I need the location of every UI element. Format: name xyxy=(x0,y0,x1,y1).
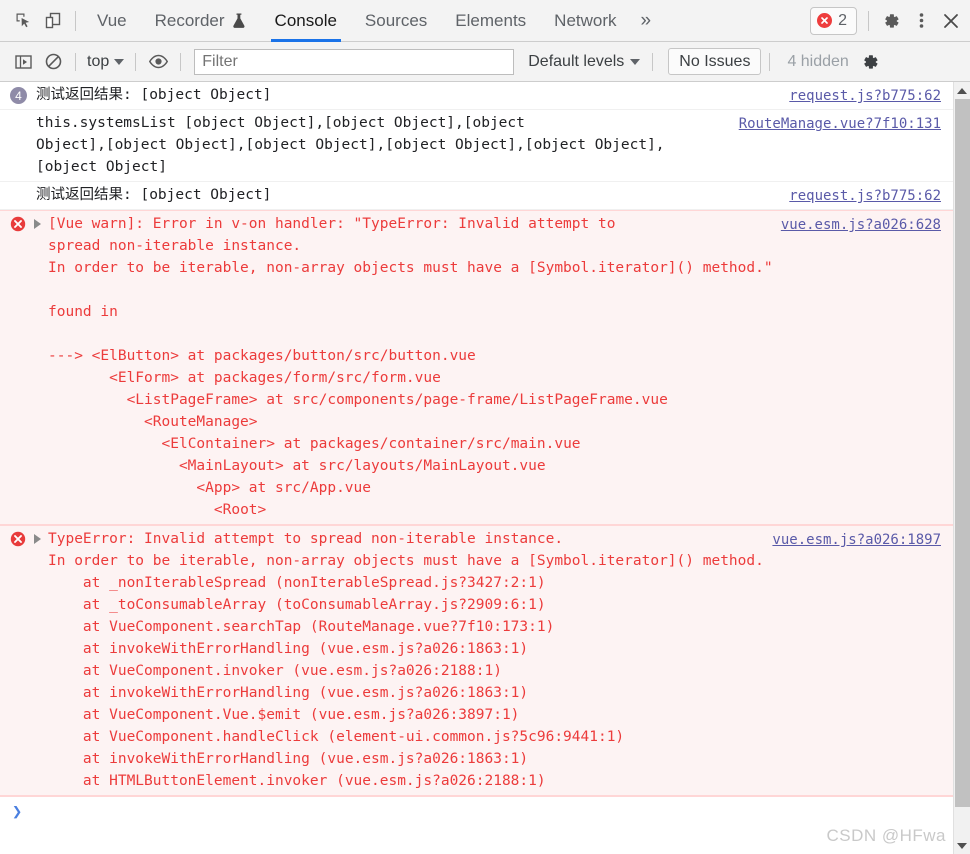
device-toolbar-icon[interactable] xyxy=(38,6,68,36)
tab-vue-label: Vue xyxy=(97,10,127,30)
console-filter-toolbar: top Default levels No Issues 4 hidden xyxy=(0,42,970,82)
tab-recorder[interactable]: Recorder xyxy=(141,0,261,42)
console-message-log[interactable]: 测试返回结果: [object Object] request.js?b775:… xyxy=(0,182,953,210)
filterbar-divider-5 xyxy=(769,52,771,71)
error-circle-icon xyxy=(10,216,26,232)
log-levels-label: Default levels xyxy=(528,52,625,70)
scrollbar-thumb[interactable] xyxy=(954,99,970,808)
console-message-source-link[interactable]: request.js?b775:62 xyxy=(789,85,941,107)
kebab-menu-icon[interactable] xyxy=(906,6,936,36)
tab-network[interactable]: Network xyxy=(540,0,630,42)
filterbar-divider-2 xyxy=(135,52,137,71)
live-expression-icon[interactable] xyxy=(143,48,173,76)
issues-label: No Issues xyxy=(679,52,751,70)
console-message-source-link[interactable]: vue.esm.js?a026:628 xyxy=(781,214,941,236)
console-message-log[interactable]: 4 测试返回结果: [object Object] request.js?b77… xyxy=(0,82,953,110)
log-levels-selector[interactable]: Default levels xyxy=(524,53,644,71)
tab-sources-label: Sources xyxy=(364,10,428,30)
console-message-log[interactable]: this.systemsList [object Object],[object… xyxy=(0,110,953,182)
chevron-down-icon xyxy=(630,58,641,65)
gear-icon[interactable] xyxy=(876,6,906,36)
console-prompt[interactable]: ❯ xyxy=(0,796,953,826)
scroll-up-arrow-icon[interactable] xyxy=(953,82,970,99)
scrollbar-track[interactable] xyxy=(953,99,970,837)
tab-network-label: Network xyxy=(554,10,617,30)
error-circle-icon xyxy=(817,13,833,28)
execution-context-label: top xyxy=(87,52,110,70)
clear-console-icon[interactable] xyxy=(38,48,68,76)
tabbar-divider-right xyxy=(868,10,869,31)
tab-elements[interactable]: Elements xyxy=(441,0,540,42)
tab-console[interactable]: Console xyxy=(261,0,351,42)
error-count-label: 2 xyxy=(838,11,847,29)
hidden-messages-label: 4 hidden xyxy=(787,52,849,70)
filterbar-divider-4 xyxy=(652,52,654,71)
message-repeat-count-badge: 4 xyxy=(10,87,27,104)
console-body-wrapper: 4 测试返回结果: [object Object] request.js?b77… xyxy=(0,82,970,854)
filterbar-divider-3 xyxy=(180,52,182,71)
tab-console-label: Console xyxy=(274,10,337,30)
devtools-tabbar: Vue Recorder Console Sources Elements Ne… xyxy=(0,0,970,42)
console-message-list: 4 测试返回结果: [object Object] request.js?b77… xyxy=(0,82,953,854)
filter-input[interactable] xyxy=(194,48,515,75)
toolbar-divider xyxy=(75,10,76,31)
close-icon[interactable] xyxy=(936,6,966,36)
scroll-down-arrow-icon[interactable] xyxy=(953,837,970,854)
console-message-error[interactable]: [Vue warn]: Error in v-on handler: "Type… xyxy=(0,210,953,525)
console-message-text: TypeError: Invalid attempt to spread non… xyxy=(48,531,764,789)
console-message-text: [Vue warn]: Error in v-on handler: "Type… xyxy=(48,216,773,518)
error-circle-icon xyxy=(10,531,26,547)
console-message-error[interactable]: TypeError: Invalid attempt to spread non… xyxy=(0,525,953,796)
gear-icon[interactable] xyxy=(855,48,885,76)
prompt-chevron-icon: ❯ xyxy=(12,801,23,822)
chevron-double-right-icon: » xyxy=(640,9,652,31)
devtools-window: Vue Recorder Console Sources Elements Ne… xyxy=(0,0,970,854)
tab-vue[interactable]: Vue xyxy=(83,0,141,42)
console-message-source-link[interactable]: RouteManage.vue?7f10:131 xyxy=(739,113,941,135)
console-message-source-link[interactable]: vue.esm.js?a026:1897 xyxy=(772,529,941,551)
tab-elements-label: Elements xyxy=(455,10,527,30)
inspect-cursor-icon[interactable] xyxy=(8,6,38,36)
more-tabs-button[interactable]: » xyxy=(631,0,662,42)
filterbar-divider-1 xyxy=(75,52,76,71)
error-count-badge[interactable]: 2 xyxy=(810,6,857,35)
flask-icon xyxy=(231,12,247,29)
expand-triangle-icon[interactable] xyxy=(34,219,41,229)
chevron-down-icon xyxy=(114,58,125,65)
tab-sources[interactable]: Sources xyxy=(351,0,441,42)
tab-recorder-label: Recorder xyxy=(154,10,225,30)
console-sidebar-icon[interactable] xyxy=(8,48,38,76)
expand-triangle-icon[interactable] xyxy=(34,534,41,544)
console-message-source-link[interactable]: request.js?b775:62 xyxy=(789,185,941,207)
issues-button[interactable]: No Issues xyxy=(668,48,762,75)
console-scrollbar[interactable] xyxy=(953,82,970,854)
execution-context-selector[interactable]: top xyxy=(83,53,128,71)
